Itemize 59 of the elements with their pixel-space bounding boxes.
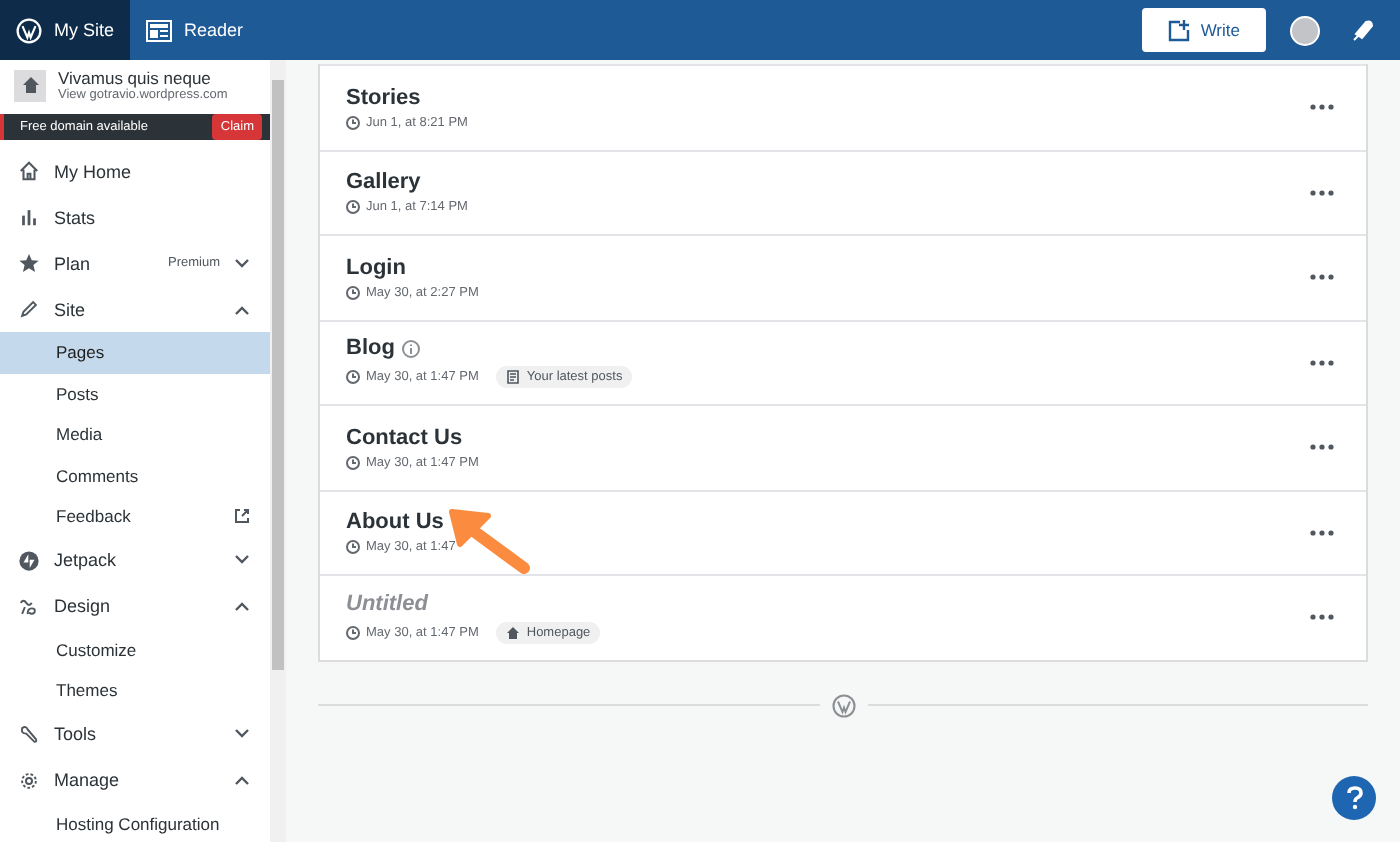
stats-icon	[18, 206, 40, 228]
submenu-item[interactable]: Feedback	[0, 496, 270, 537]
submenu-item[interactable]: Themes	[0, 670, 270, 711]
home-icon	[506, 625, 521, 640]
page-title-link[interactable]: Login	[346, 255, 406, 280]
menu-item[interactable]: Design	[0, 583, 270, 629]
help-button[interactable]	[1332, 776, 1376, 820]
notifications-icon[interactable]	[1352, 18, 1376, 42]
menu-item[interactable]: Stats	[0, 194, 270, 240]
jetpack-icon	[18, 549, 40, 571]
submenu-item[interactable]: Hosting Configuration	[0, 803, 270, 842]
more-options-button[interactable]	[1306, 440, 1338, 455]
question-mark-icon	[1345, 786, 1363, 810]
more-options-button[interactable]	[1306, 610, 1338, 625]
clock-icon	[346, 625, 360, 640]
more-options-button[interactable]	[1306, 185, 1338, 200]
page-title-link[interactable]: Contact Us	[346, 425, 463, 450]
page-title-link[interactable]: About Us	[346, 510, 444, 535]
menu-item[interactable]: Manage	[0, 757, 270, 803]
scrollbar[interactable]	[270, 60, 286, 842]
wordpress-logo-icon	[831, 693, 855, 717]
write-button[interactable]: Write	[1142, 8, 1266, 52]
submenu-item[interactable]: Media	[0, 414, 270, 455]
my-site-tab[interactable]: My Site	[0, 0, 131, 60]
reader-tab[interactable]: Reader	[130, 0, 260, 60]
more-options-button[interactable]	[1306, 525, 1338, 540]
avatar[interactable]	[1290, 15, 1320, 45]
star-icon	[18, 252, 40, 274]
pencil-icon	[18, 298, 40, 320]
page-title-link[interactable]: Gallery	[346, 170, 421, 195]
site-icon	[14, 69, 46, 101]
clock-icon	[346, 455, 360, 470]
menu-item[interactable]: My Home	[0, 148, 270, 194]
submenu-item[interactable]: Customize	[0, 629, 270, 670]
reader-icon	[146, 19, 173, 41]
submenu-item[interactable]: Posts	[0, 373, 270, 414]
submenu-item[interactable]: Comments	[0, 455, 270, 496]
gear-icon	[18, 769, 40, 791]
clock-icon	[346, 115, 360, 130]
document-icon	[506, 370, 521, 385]
page-title-link[interactable]: Stories	[346, 85, 421, 110]
menu-item[interactable]: Tools	[0, 711, 270, 757]
more-options-button[interactable]	[1306, 270, 1338, 285]
site-name: Vivamus quis neque	[58, 68, 213, 88]
wordpress-logo-icon	[16, 17, 42, 43]
clock-icon	[346, 285, 360, 300]
home-icon	[18, 160, 40, 182]
page-title-link[interactable]: Blog	[346, 336, 395, 361]
clock-icon	[346, 200, 360, 215]
design-icon	[18, 595, 40, 617]
menu-item[interactable]: Jetpack	[0, 537, 270, 583]
new-post-icon	[1168, 19, 1191, 41]
clock-icon	[346, 540, 360, 555]
clock-icon	[346, 370, 360, 385]
more-options-button[interactable]	[1306, 355, 1338, 370]
more-options-button[interactable]	[1306, 100, 1338, 115]
tools-icon	[18, 723, 40, 745]
submenu-item[interactable]: Pages	[0, 332, 270, 373]
menu-item[interactable]: Site	[0, 286, 270, 332]
